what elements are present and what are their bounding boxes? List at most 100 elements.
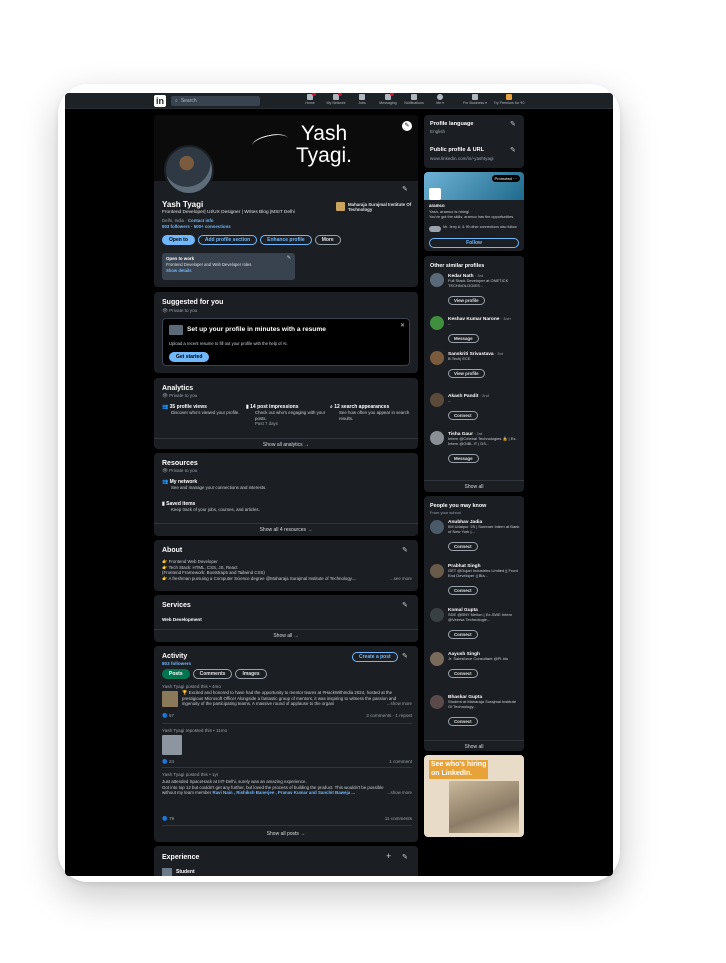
activity-post-3[interactable]: Yash Tyagi posted this • 1yr Just attend… — [162, 772, 412, 826]
edit-services-icon[interactable]: ✎ — [402, 601, 410, 609]
nav-item-3[interactable]: Messaging — [375, 93, 401, 105]
activity-post-1[interactable]: Yash Tyagi posted this • 4mo 🏆 Excited a… — [162, 684, 412, 724]
ad-promoted-label[interactable]: Promoted ··· — [491, 175, 520, 182]
show-all-resources-link[interactable]: Show all 4 resources → — [154, 523, 418, 533]
profile-language-value: English — [430, 129, 446, 134]
nav-item-1[interactable]: My Network — [323, 93, 349, 105]
pymk-item[interactable]: Anubhav Jadia IIM Udaipur '25 | Summer In… — [430, 520, 520, 553]
notification-badge — [338, 93, 342, 96]
resource-saved-items[interactable]: ▮ Saved items Keep track of your jobs, c… — [162, 501, 260, 513]
show-all-posts-link[interactable]: Show all posts → — [154, 831, 418, 837]
bar-chart-icon: ▮ — [246, 404, 249, 410]
pymk-item[interactable]: Bhaskar Gupta Student at Maharaja Surajma… — [430, 695, 520, 728]
nav-item-4[interactable]: Notifications — [401, 94, 427, 105]
search-icon: ⌕ — [175, 98, 178, 104]
search-icon: ⌕ — [330, 404, 333, 410]
nav-item-6[interactable]: For Business ▾ — [459, 94, 491, 105]
edit-experience-icon[interactable]: ✎ — [402, 853, 410, 861]
pymk-item[interactable]: Aayush Singh Jr. Salesforce Consultant @P… — [430, 652, 520, 680]
connect-button[interactable]: Connect — [448, 668, 478, 678]
edit-about-icon[interactable]: ✎ — [402, 546, 410, 554]
connect-button[interactable]: Connect — [448, 541, 478, 551]
post-see-more-link[interactable]: ...show more — [387, 790, 412, 796]
add-profile-section-button[interactable]: Add profile section — [197, 235, 258, 245]
edit-activity-icon[interactable]: ✎ — [402, 652, 410, 660]
analytics-post-impressions[interactable]: ▮ 14 post impressions Check out who's en… — [246, 404, 326, 427]
activity-followers[interactable]: 803 followers — [162, 661, 191, 666]
profile-stats-link[interactable]: 803 followers · 500+ connections — [162, 224, 231, 229]
nav-item-5[interactable]: Me ▾ — [427, 94, 453, 105]
pymk-item[interactable]: Komal Gupta SDE @BNY Mellon | Ex-SWE Inte… — [430, 608, 520, 641]
close-icon[interactable]: ✕ — [400, 322, 405, 329]
similar-profile-action-button[interactable]: View profile — [448, 295, 485, 305]
similar-profile-action-button[interactable]: Message — [448, 333, 479, 343]
analytics-profile-views[interactable]: 👥 35 profile views Discover who's viewed… — [162, 404, 242, 416]
nav-item-2[interactable]: Jobs — [349, 94, 375, 105]
analytics-title: Analytics — [162, 385, 194, 392]
open-to-button[interactable]: Open to — [162, 235, 195, 245]
messaging-icon — [385, 93, 394, 100]
avatar — [430, 608, 444, 622]
analytics-search-appearances[interactable]: ⌕ 12 search appearances See how often yo… — [330, 404, 414, 421]
about-see-more-link[interactable]: ...see more — [390, 576, 412, 582]
similar-show-all-link[interactable]: Show all — [424, 480, 524, 490]
similar-profile-name: Akash Pandit — [448, 394, 479, 399]
more-button[interactable]: More — [314, 235, 341, 245]
similar-profile-action-button[interactable]: View profile — [448, 368, 485, 378]
nav-item-0[interactable]: Home — [297, 93, 323, 105]
tagged-members-link[interactable]: Ravi Nain , Rishiksh Banerjee , Pranav K… — [213, 790, 356, 795]
connect-button[interactable]: Connect — [448, 629, 478, 639]
show-all-analytics-link[interactable]: Show all analytics → — [154, 438, 418, 448]
post-reactions: 🔵 67 — [162, 713, 175, 718]
tab-posts[interactable]: Posts — [162, 669, 190, 679]
similar-profile-item[interactable]: Akash Pandit · 2nd -- Connect — [430, 393, 520, 422]
notification-badge — [390, 93, 394, 96]
open-to-work-box[interactable]: Open to work Frontend Developer and Web … — [162, 253, 295, 280]
activity-post-2[interactable]: Yash Tyagi reposted this • 11mo 🔵 24 1 c… — [162, 728, 412, 768]
profile-school[interactable]: Maharaja Surajmal Institute Of Technolog… — [348, 202, 414, 212]
profile-photo[interactable] — [164, 145, 214, 195]
linkedin-logo[interactable]: in — [154, 95, 166, 107]
edit-url-icon[interactable]: ✎ — [510, 146, 518, 154]
add-experience-icon[interactable]: + — [386, 851, 391, 861]
follow-button[interactable]: Follow — [429, 238, 519, 248]
similar-profile-item[interactable]: Tisha Gaur · 1st Intern @Celebal Technolo… — [430, 431, 520, 465]
enhance-profile-button[interactable]: Enhance profile — [260, 235, 312, 245]
post-see-more-link[interactable]: ...show more — [384, 701, 412, 706]
show-all-services-link[interactable]: Show all → — [154, 629, 418, 639]
connection-degree: · 2nd — [479, 393, 489, 398]
edit-banner-icon[interactable]: ✎ — [402, 121, 412, 131]
grid-icon — [472, 94, 478, 100]
hiring-ad-card[interactable]: See who's hiring on LinkedIn. — [424, 755, 524, 837]
similar-profile-action-button[interactable]: Message — [448, 453, 479, 463]
show-details-link[interactable]: Show details — [166, 268, 291, 273]
similar-profile-item[interactable]: Keshav Kumar Narone · 3rd+ -- Message — [430, 316, 520, 345]
similar-profile-item[interactable]: Kedar Nath · 3rd Full Stack Developer at … — [430, 273, 520, 307]
nav-item-7[interactable]: Try Premium for ₹0 — [491, 94, 527, 105]
ad-line-3: Mr. Jerry A. & 99 other connections also… — [443, 225, 517, 229]
public-profile-url[interactable]: www.linkedin.com/in/-yashtyagi — [430, 156, 494, 161]
tab-comments[interactable]: Comments — [192, 669, 233, 679]
tab-images[interactable]: Images — [235, 669, 267, 679]
pymk-show-all-link[interactable]: Show all — [424, 740, 524, 750]
similar-profile-action-button[interactable]: Connect — [448, 410, 478, 420]
edit-intro-icon[interactable]: ✎ — [402, 185, 410, 193]
similar-profiles-card: Other similar profiles Kedar Nath · 3rd F… — [424, 256, 524, 492]
bookmark-icon: ▮ — [162, 501, 165, 507]
pymk-headline: Jr. Salesforce Consultant @PI-ido — [448, 656, 509, 661]
search-input[interactable]: ⌕ Search — [171, 96, 260, 106]
edit-language-icon[interactable]: ✎ — [510, 120, 518, 128]
connect-button[interactable]: Connect — [448, 716, 478, 726]
nav-label: Me ▾ — [436, 101, 444, 105]
resource-my-network[interactable]: 👥 My network See and manage your connect… — [162, 479, 266, 491]
experience-item[interactable]: Student — [176, 869, 195, 875]
pymk-item[interactable]: Prabhat Singh GET @Dujari Industries Limi… — [430, 564, 520, 597]
get-started-button[interactable]: Get started — [169, 352, 210, 362]
create-post-button[interactable]: Create a post — [352, 652, 398, 662]
avatar — [430, 695, 444, 709]
notification-badge — [312, 93, 316, 96]
contact-info-link[interactable]: Contact info — [188, 218, 214, 223]
similar-profile-item[interactable]: Sanskriti Srivastava · 3rd B.Tech| ECE Vie… — [430, 351, 520, 380]
edit-open-to-work-icon[interactable]: ✎ — [287, 255, 291, 261]
connect-button[interactable]: Connect — [448, 585, 478, 595]
